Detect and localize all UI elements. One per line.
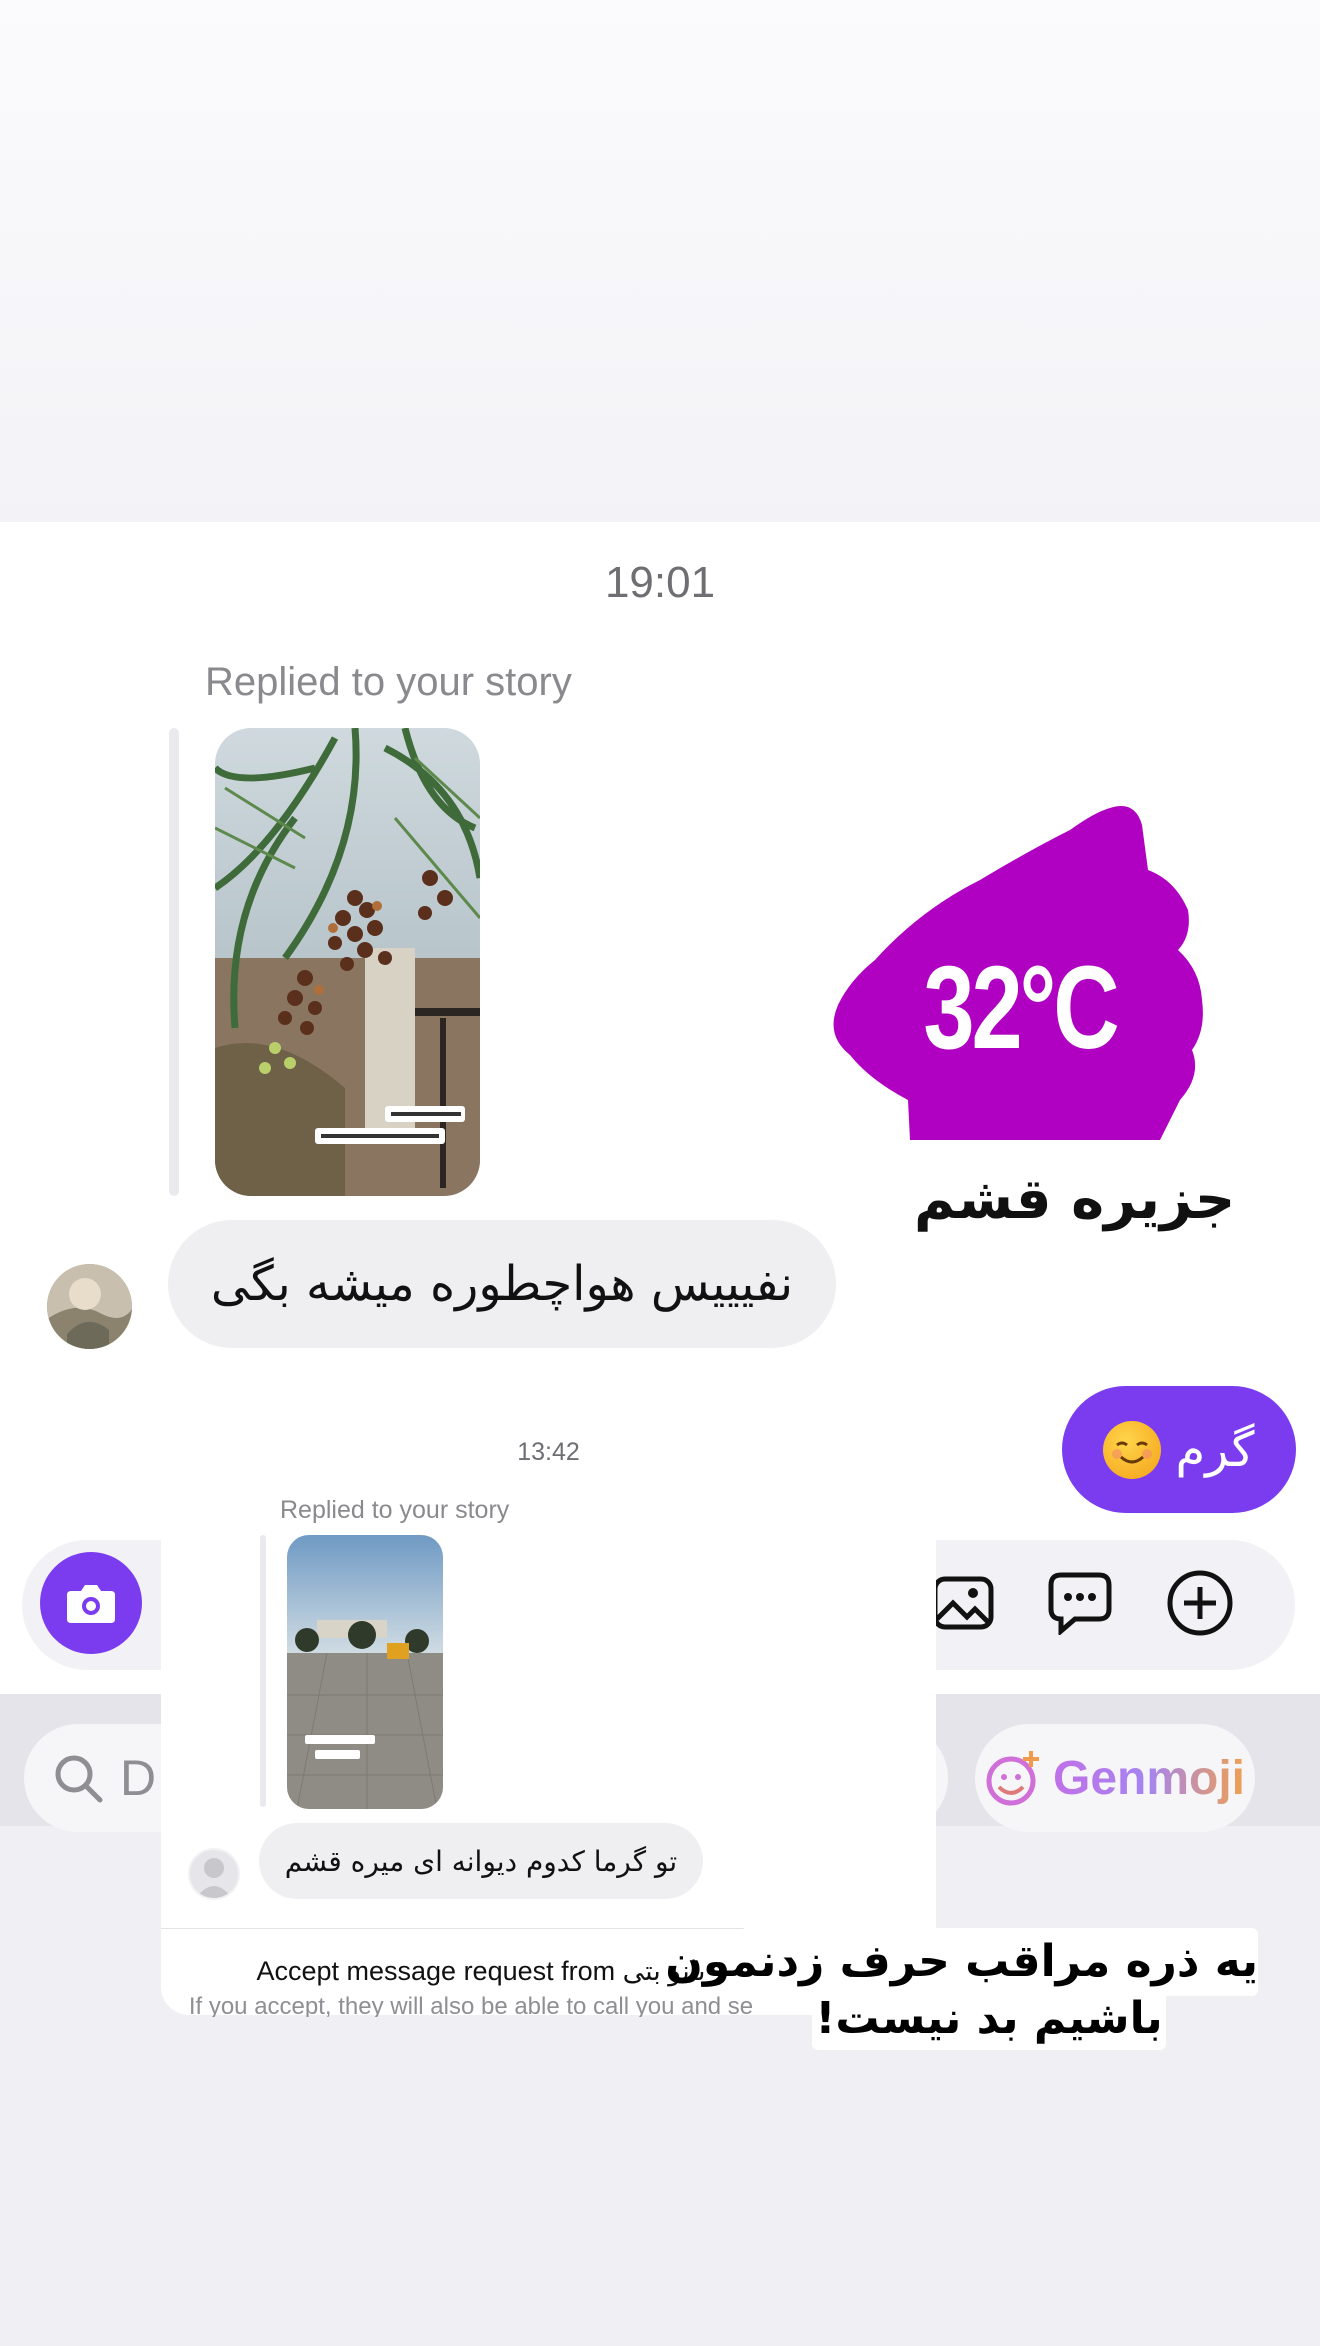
preview-replied-label: Replied to your story: [280, 1496, 510, 1524]
camera-icon: [67, 1585, 115, 1623]
replied-to-story-label: Replied to your story: [205, 660, 572, 704]
accept-request-subtitle: If you accept, they will also be able to…: [188, 1993, 754, 2017]
top-blank-area: [0, 0, 1320, 522]
image-icon: [932, 1576, 994, 1630]
outgoing-message-text: گرم: [1175, 1421, 1255, 1478]
street-scene-image: [287, 1535, 443, 1809]
camera-button[interactable]: [40, 1552, 142, 1654]
gallery-button[interactable]: [928, 1568, 998, 1638]
palm-dates-image: [215, 728, 480, 1196]
incoming-message-bubble[interactable]: نفیییس هواچطوره میشه بگی: [168, 1220, 836, 1348]
preview-reply-bar: [260, 1535, 266, 1807]
location-sticker: جزیره قشم: [900, 1163, 1235, 1235]
default-user-icon: [196, 1858, 232, 1898]
preview-avatar[interactable]: [188, 1848, 240, 1900]
genmoji-button[interactable]: Genmoji: [975, 1724, 1255, 1832]
reply-indicator-bar: [169, 728, 179, 1196]
avatar-photo: [47, 1264, 132, 1349]
search-icon: [55, 1755, 103, 1803]
avatar[interactable]: [47, 1264, 132, 1349]
search-placeholder: D: [120, 1750, 157, 1806]
outgoing-message-bubble[interactable]: گرم: [1062, 1386, 1296, 1513]
preview-story-thumbnail[interactable]: [287, 1535, 443, 1809]
temperature-text: 32°C: [923, 942, 1119, 1074]
message-timestamp: 19:01: [604, 558, 716, 607]
story-caption-line-1: یه ذره مراقب حرف زدنمون: [665, 1928, 1258, 1996]
smiling-face-emoji-icon: [1103, 1420, 1162, 1479]
add-button[interactable]: [1165, 1568, 1235, 1638]
story-thumbnail[interactable]: [215, 728, 480, 1196]
plus-circle-icon: [1167, 1570, 1233, 1636]
chat-bubble-icon: [1048, 1572, 1112, 1635]
temperature-sticker: 32°C: [830, 800, 1210, 1142]
sticker-button[interactable]: [1045, 1568, 1115, 1638]
preview-timestamp: 13:42: [517, 1438, 580, 1466]
location-text: جزیره قشم: [914, 1166, 1236, 1232]
preview-incoming-message-bubble[interactable]: تو گرما کدوم دیوانه ای میره قشم: [259, 1823, 703, 1899]
genmoji-face-icon: [986, 1751, 1039, 1806]
story-caption-line-2: باشیم بد نیست!: [812, 1988, 1166, 2050]
genmoji-label: Genmoji: [1052, 1751, 1246, 1805]
